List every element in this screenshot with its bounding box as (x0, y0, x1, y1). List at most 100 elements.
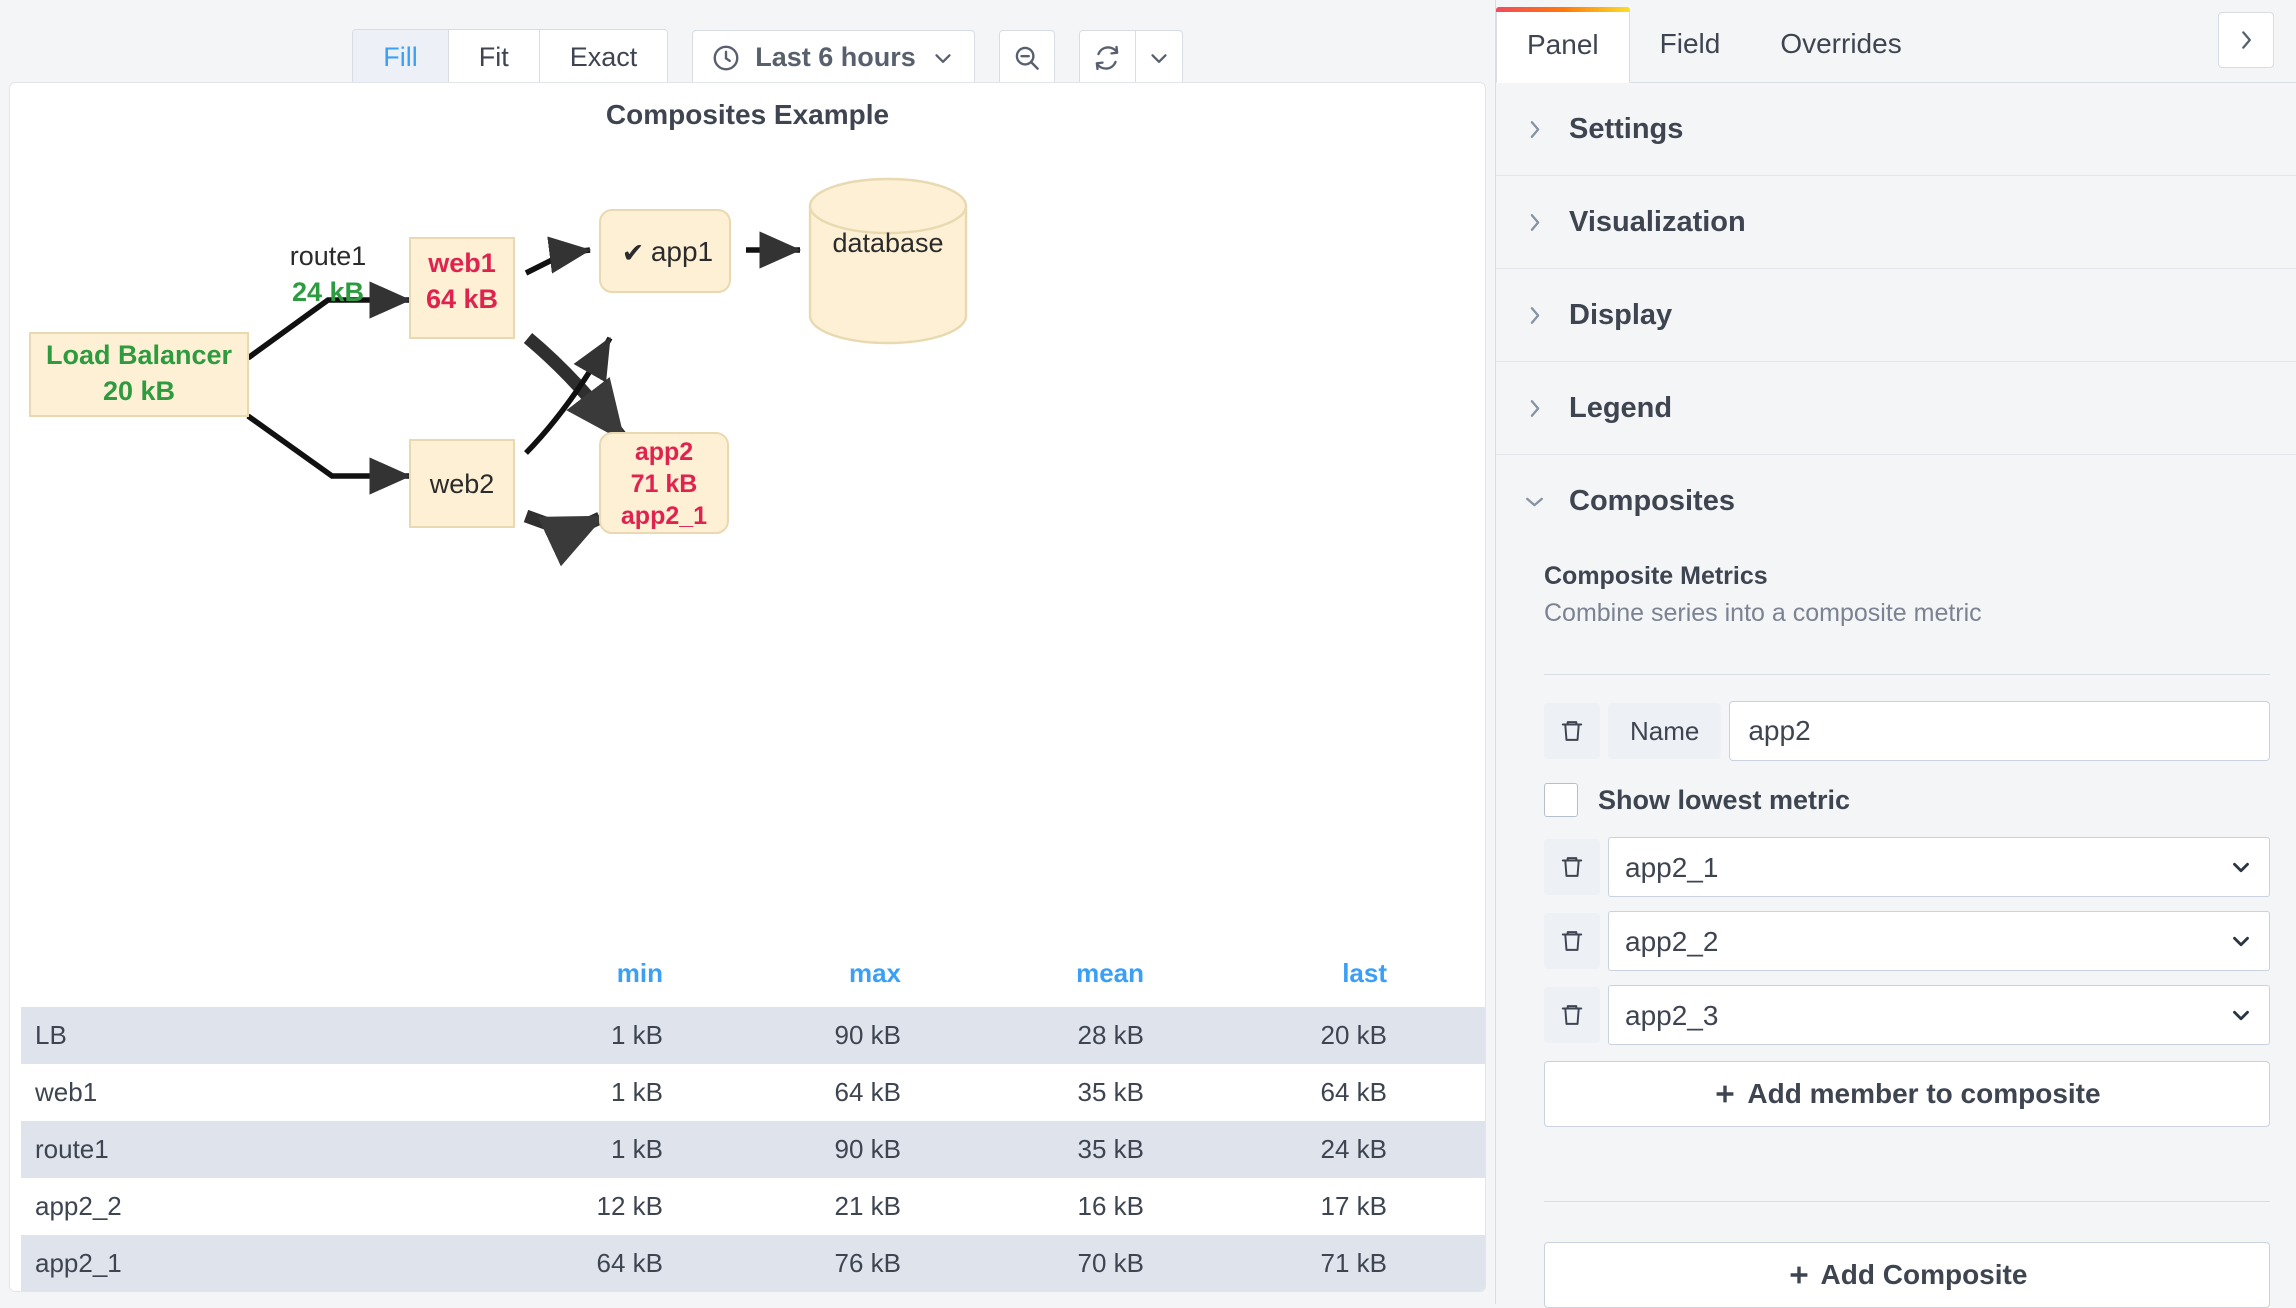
col-header-min[interactable]: min (439, 948, 677, 1007)
cell-last: 24 kB (1158, 1121, 1401, 1178)
diagram-node-app1-label: app1 (651, 236, 713, 267)
divider (1544, 674, 2270, 675)
time-range-picker[interactable]: Last 6 hours (692, 30, 975, 86)
composite-name-row: Name (1544, 701, 2270, 761)
chevron-down-icon (930, 45, 956, 71)
section-display[interactable]: Display (1496, 269, 2296, 362)
delete-member-button[interactable] (1544, 839, 1600, 895)
composite-member-row: app2_2 (1544, 911, 2270, 971)
collapse-options-button[interactable] (2218, 12, 2274, 68)
size-option-fit[interactable]: Fit (449, 30, 540, 86)
col-header-name[interactable] (21, 948, 439, 1007)
page-title: Composites Example (10, 99, 1485, 131)
options-tablist: Panel Field Overrides (1496, 0, 2296, 83)
cell-series-name: app2_2 (21, 1178, 439, 1235)
delete-composite-button[interactable] (1544, 703, 1600, 759)
diagram-node-app2-label: app2 (635, 438, 693, 466)
member-select-wrap: app2_1 (1608, 837, 2270, 897)
refresh-button-group[interactable] (1079, 30, 1183, 86)
diagram-edge-labels: route1 24 kB (290, 241, 367, 307)
add-composite-button[interactable]: Add Composite (1544, 1242, 2270, 1308)
chevron-right-icon (2233, 27, 2259, 53)
panel-size-segmented-control[interactable]: Fill Fit Exact (352, 29, 668, 87)
cell-last: 71 kB (1158, 1235, 1401, 1292)
diagram-node-database[interactable] (810, 179, 966, 343)
table-row[interactable]: LB 1 kB 90 kB 28 kB 20 kB 166 kB (21, 1007, 1486, 1064)
table-row[interactable]: app2_2 12 kB 21 kB 16 kB 17 kB 11.7 MB (21, 1178, 1486, 1235)
refresh-icon (1092, 43, 1122, 73)
size-option-exact[interactable]: Exact (540, 30, 668, 86)
cell-series-name: web1 (21, 1064, 439, 1121)
tab-overrides[interactable]: Overrides (1750, 6, 1931, 82)
diagram-svg: Load Balancer 20 kB web1 64 kB web2 ✔ ap… (10, 128, 1486, 958)
cell-max: 21 kB (677, 1178, 915, 1235)
chevron-right-icon (1522, 303, 1547, 328)
edge-label-route1-name: route1 (290, 241, 367, 271)
cell-min: 64 kB (439, 1235, 677, 1292)
delete-member-button[interactable] (1544, 987, 1600, 1043)
refresh-button[interactable] (1079, 30, 1135, 86)
edge-label-route1-value: 24 kB (292, 277, 364, 307)
section-settings[interactable]: Settings (1496, 83, 2296, 176)
check-icon: ✔ (622, 238, 645, 269)
composite-member-select-2[interactable]: app2_2 (1608, 911, 2270, 971)
composite-name-input[interactable] (1729, 701, 2270, 761)
cell-sum: 207 kB (1401, 1064, 1486, 1121)
cell-series-name: LB (21, 1007, 439, 1064)
composite-member-select-1[interactable]: app2_1 (1608, 837, 2270, 897)
cell-sum: 166 kB (1401, 1007, 1486, 1064)
diagram-node-web1-value: 64 kB (426, 284, 498, 314)
refresh-interval-dropdown[interactable] (1135, 30, 1183, 86)
col-header-last[interactable]: last (1158, 948, 1401, 1007)
section-legend[interactable]: Legend (1496, 362, 2296, 455)
show-lowest-metric-row[interactable]: Show lowest metric (1544, 783, 2270, 817)
table-row[interactable]: app2_1 64 kB 76 kB 70 kB 71 kB 50.4 MB (21, 1235, 1486, 1292)
col-header-mean[interactable]: mean (915, 948, 1158, 1007)
table-row[interactable]: web1 1 kB 64 kB 35 kB 64 kB 207 kB (21, 1064, 1486, 1121)
member-select-wrap: app2_2 (1608, 911, 2270, 971)
options-accordion: Settings Visualization Display Legend (1496, 83, 2296, 548)
add-composite-label: Add Composite (1821, 1259, 2028, 1291)
cell-mean: 35 kB (915, 1064, 1158, 1121)
diagram-nodes: Load Balancer 20 kB web1 64 kB web2 ✔ ap… (30, 179, 966, 533)
col-header-max[interactable]: max (677, 948, 915, 1007)
cell-sum: 50.4 MB (1401, 1235, 1486, 1292)
cell-last: 20 kB (1158, 1007, 1401, 1064)
diagram-node-web1-label: web1 (427, 248, 496, 278)
time-range-label: Last 6 hours (755, 42, 916, 73)
chevron-down-icon (1146, 45, 1172, 71)
cell-min: 1 kB (439, 1064, 677, 1121)
section-legend-label: Legend (1569, 392, 1672, 425)
cell-max: 76 kB (677, 1235, 915, 1292)
section-visualization[interactable]: Visualization (1496, 176, 2296, 269)
stats-table-body: LB 1 kB 90 kB 28 kB 20 kB 166 kB web1 1 … (21, 1007, 1486, 1292)
cell-series-name: app2_1 (21, 1235, 439, 1292)
diagram-node-database-label: database (832, 228, 943, 258)
add-member-to-composite-button[interactable]: Add member to composite (1544, 1061, 2270, 1127)
plus-icon (1713, 1082, 1737, 1106)
cell-last: 17 kB (1158, 1178, 1401, 1235)
section-settings-label: Settings (1569, 113, 1683, 146)
delete-member-button[interactable] (1544, 913, 1600, 969)
size-option-fill[interactable]: Fill (353, 30, 449, 86)
trash-icon (1559, 928, 1585, 954)
panel-edit-left: Fill Fit Exact Last 6 hours (0, 0, 1495, 1304)
cell-series-name: route1 (21, 1121, 439, 1178)
node-graph-diagram[interactable]: Load Balancer 20 kB web1 64 kB web2 ✔ ap… (10, 128, 1486, 958)
divider (1544, 1201, 2270, 1202)
chevron-right-icon (1522, 117, 1547, 142)
cell-min: 1 kB (439, 1121, 677, 1178)
table-row[interactable]: route1 1 kB 90 kB 35 kB 24 kB 211 kB (21, 1121, 1486, 1178)
show-lowest-metric-checkbox[interactable] (1544, 783, 1578, 817)
tab-field[interactable]: Field (1630, 6, 1751, 82)
composite-member-select-3[interactable]: app2_3 (1608, 985, 2270, 1045)
section-composites-label: Composites (1569, 485, 1735, 518)
tab-panel[interactable]: Panel (1496, 7, 1630, 83)
table-header-row: min max mean last sum^ (21, 948, 1486, 1007)
col-header-sum[interactable]: sum^ (1401, 948, 1486, 1007)
chevron-right-icon (1522, 396, 1547, 421)
section-composites[interactable]: Composites (1496, 455, 2296, 548)
zoom-out-button[interactable] (999, 30, 1055, 86)
stats-table: min max mean last sum^ LB 1 kB 90 kB 28 (21, 948, 1486, 1292)
cell-sum: 11.7 MB (1401, 1178, 1486, 1235)
